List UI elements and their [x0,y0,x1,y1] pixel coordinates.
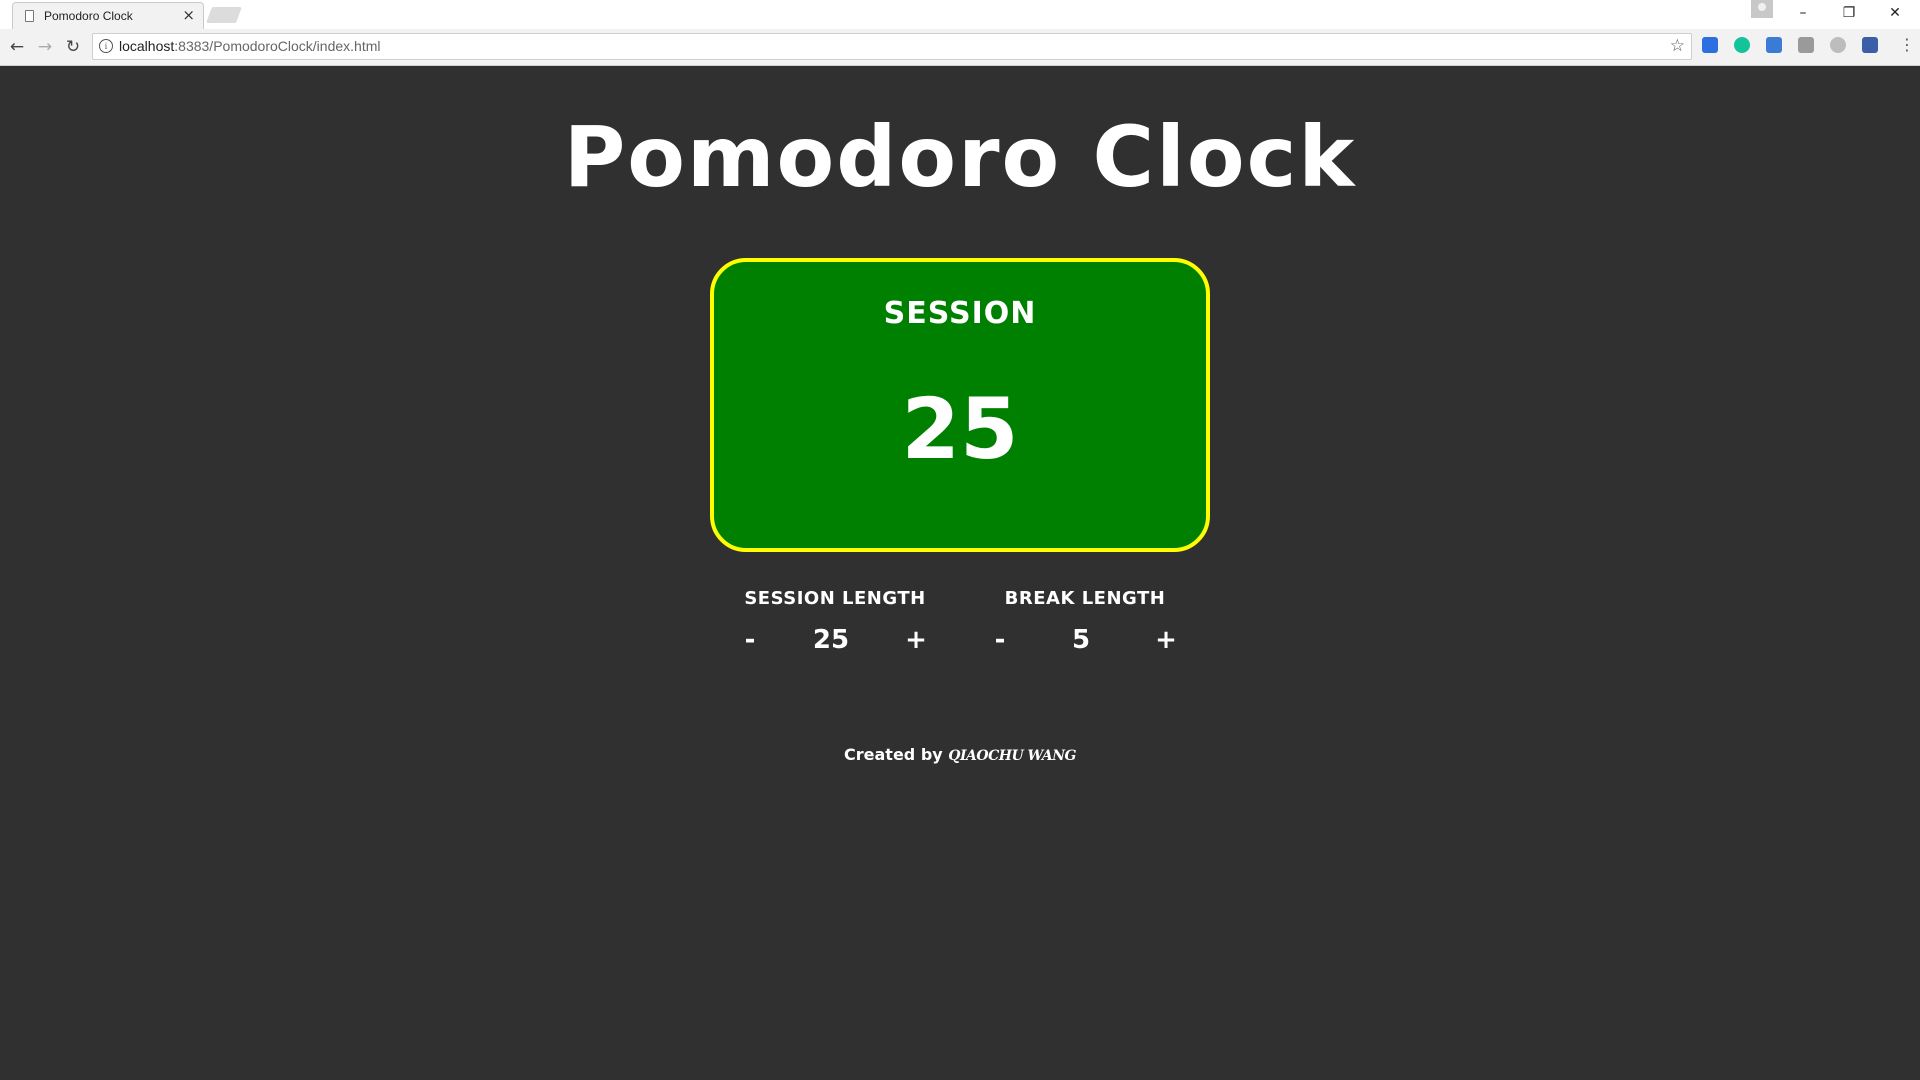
profile-icon[interactable] [1751,0,1773,18]
break-decrement-button[interactable]: - [985,624,1015,656]
new-tab-button[interactable] [206,7,242,23]
close-window-button[interactable]: ✕ [1873,0,1917,26]
footer-credit: Created by QIAOCHU WANG [0,745,1920,764]
info-icon[interactable]: i [99,39,113,53]
url-path: :8383/PomodoroClock/index.html [174,38,381,54]
break-length-label: BREAK LENGTH [1004,588,1166,609]
browser-menu-icon[interactable]: ⋮ [1899,36,1915,54]
bookmark-ext-icon[interactable] [1702,37,1718,53]
page-title: Pomodoro Clock [563,108,1357,206]
browser-tab[interactable]: Pomodoro Clock × [12,2,204,29]
cube-ext-icon[interactable] [1862,37,1878,53]
page-ext-icon[interactable] [1798,37,1814,53]
grammarly-icon[interactable] [1734,37,1750,53]
browser-toolbar: ← → ↻ i localhost:8383/PomodoroClock/ind… [0,29,1920,66]
footer-prefix: Created by [844,745,949,764]
break-length-value: 5 [1071,625,1091,655]
tab-title: Pomodoro Clock [44,9,133,23]
session-length-control: SESSION LENGTH - 25 + [735,588,935,668]
extension-off-icon[interactable] [1766,37,1782,53]
session-decrement-button[interactable]: - [735,624,765,656]
address-bar[interactable]: i localhost:8383/PomodoroClock/index.htm… [92,33,1692,60]
session-increment-button[interactable]: + [901,624,931,656]
timer-label: SESSION [883,296,1037,331]
restore-button[interactable]: ❐ [1827,0,1871,26]
bookmark-star-icon[interactable]: ☆ [1670,36,1685,56]
reload-icon[interactable]: ↻ [61,35,85,59]
tab-close-icon[interactable]: × [182,7,195,23]
session-length-value: 25 [812,625,850,655]
forward-icon[interactable]: → [33,35,57,59]
url-host: localhost [119,38,175,54]
page-icon [25,10,34,22]
session-length-label: SESSION LENGTH [744,588,926,609]
tab-strip: Pomodoro Clock × – ❐ ✕ [0,0,1920,29]
gray-circle-ext-icon[interactable] [1830,37,1846,53]
url-text: localhost:8383/PomodoroClock/index.html [119,38,381,54]
break-length-control: BREAK LENGTH - 5 + [985,588,1185,668]
minimize-button[interactable]: – [1781,0,1825,26]
break-increment-button[interactable]: + [1151,624,1181,656]
author-name: QIAOCHU WANG [948,748,1076,764]
timer-display[interactable]: SESSION 25 [710,258,1210,552]
timer-time: 25 [901,380,1019,478]
back-icon[interactable]: ← [5,35,29,59]
